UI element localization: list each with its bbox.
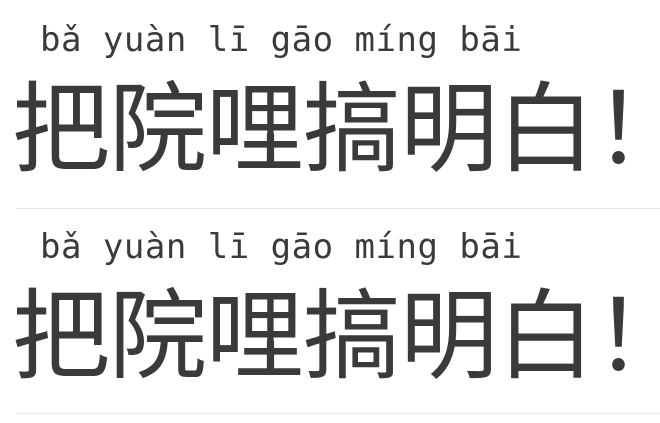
hanzi-text: 把院哩搞明白！: [12, 280, 660, 394]
hanzi-text: 把院哩搞明白！: [12, 73, 660, 187]
pinyin-text: bǎ yuàn lī gāo míng bāi: [40, 20, 523, 60]
divider: [16, 208, 660, 209]
pinyin-text: bǎ yuàn lī gāo míng bāi: [40, 227, 523, 267]
divider: [16, 413, 660, 414]
